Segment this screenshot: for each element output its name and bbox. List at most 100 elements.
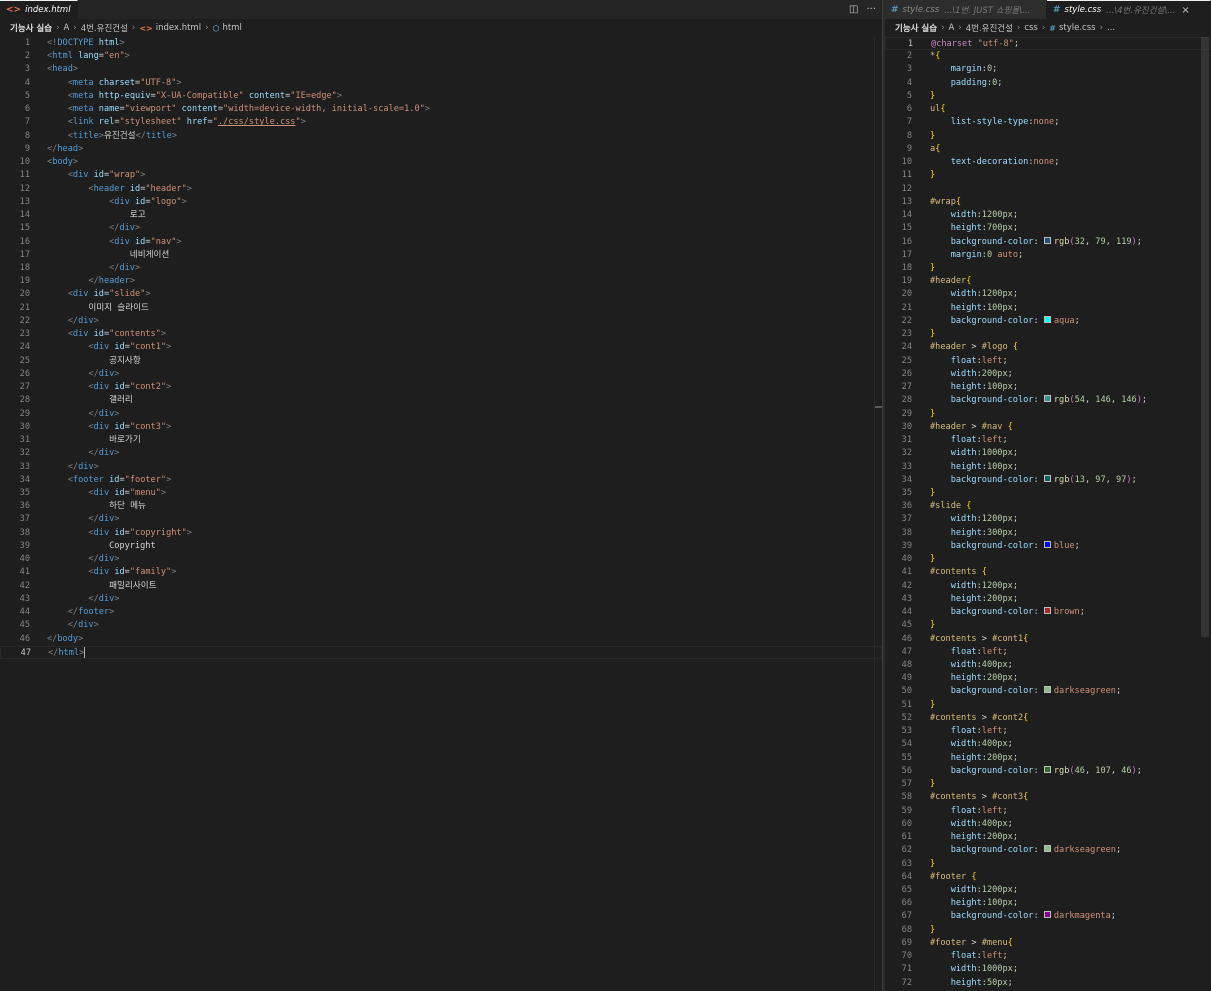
code-line[interactable]: 55 height:200px; bbox=[885, 752, 1211, 765]
more-actions-icon[interactable]: ··· bbox=[866, 4, 876, 15]
code-line[interactable]: 44 </footer> bbox=[0, 606, 882, 619]
code-line[interactable]: 1 <!DOCTYPE html> bbox=[0, 37, 882, 50]
code-line[interactable]: 60 width:400px; bbox=[885, 818, 1211, 831]
code-line[interactable]: 12 bbox=[885, 183, 1211, 196]
code-line[interactable]: 21 이미지 슬라이드 bbox=[0, 302, 882, 315]
color-swatch[interactable] bbox=[1043, 911, 1051, 919]
code-line[interactable]: 42 width:1200px; bbox=[885, 580, 1211, 593]
code-line[interactable]: 32 width:1000px; bbox=[885, 447, 1211, 460]
code-line[interactable]: 40} bbox=[885, 553, 1211, 566]
code-line[interactable]: 20 <div id="slide"> bbox=[0, 288, 882, 301]
code-line[interactable]: 36 #slide { bbox=[885, 500, 1211, 513]
breadcrumb-item[interactable]: ... bbox=[1107, 23, 1115, 33]
code-line[interactable]: 18} bbox=[885, 262, 1211, 275]
color-swatch[interactable] bbox=[1043, 607, 1051, 615]
code-line[interactable]: 45 </div> bbox=[0, 619, 882, 632]
code-line[interactable]: 50 background-color: darkseagreen; bbox=[885, 685, 1211, 698]
scrollbar-thumb[interactable] bbox=[1201, 37, 1209, 637]
code-line[interactable]: 26 width:200px; bbox=[885, 368, 1211, 381]
breadcrumb-item[interactable]: A bbox=[948, 23, 954, 33]
code-line[interactable]: 17 margin:0 auto; bbox=[885, 249, 1211, 262]
code-line[interactable]: 31 바로가기 bbox=[0, 434, 882, 447]
color-swatch[interactable] bbox=[1043, 540, 1051, 548]
code-line[interactable]: 3 <head> bbox=[0, 63, 882, 76]
code-line[interactable]: 58 #contents > #cont3{ bbox=[885, 791, 1211, 804]
code-line[interactable]: 33 height:100px; bbox=[885, 461, 1211, 474]
code-line[interactable]: 41 #contents { bbox=[885, 566, 1211, 579]
code-line[interactable]: 8 <title>유진건설</title> bbox=[0, 130, 882, 143]
code-line[interactable]: 10 text-decoration:none; bbox=[885, 156, 1211, 169]
vertical-scrollbar[interactable] bbox=[1199, 37, 1211, 991]
code-line[interactable]: 35} bbox=[885, 487, 1211, 500]
code-line[interactable]: 5 <meta http-equiv="X-UA-Compatible" con… bbox=[0, 90, 882, 103]
code-line[interactable]: 44 background-color: brown; bbox=[885, 606, 1211, 619]
code-line[interactable]: 51} bbox=[885, 699, 1211, 712]
code-line[interactable]: 22 background-color: aqua; bbox=[885, 315, 1211, 328]
code-line[interactable]: 20 width:1200px; bbox=[885, 288, 1211, 301]
code-line[interactable]: 45} bbox=[885, 619, 1211, 632]
code-line[interactable]: 13 #wrap{ bbox=[885, 196, 1211, 209]
code-line[interactable]: 8} bbox=[885, 130, 1211, 143]
code-line[interactable]: 34 background-color: rgb(13, 97, 97); bbox=[885, 474, 1211, 487]
code-line[interactable]: 12 <header id="header"> bbox=[0, 183, 882, 196]
code-line[interactable]: 64 #footer { bbox=[885, 871, 1211, 884]
code-line[interactable]: 41 <div id="family"> bbox=[0, 566, 882, 579]
code-line[interactable]: 56 background-color: rgb(46, 107, 46); bbox=[885, 765, 1211, 778]
code-line[interactable]: 6 <meta name="viewport" content="width=d… bbox=[0, 103, 882, 116]
code-line[interactable]: 28 갤러리 bbox=[0, 394, 882, 407]
code-line[interactable]: 30 <div id="cont3"> bbox=[0, 421, 882, 434]
close-icon[interactable]: × bbox=[1181, 5, 1189, 16]
code-line[interactable]: 48 width:400px; bbox=[885, 659, 1211, 672]
code-line[interactable]: 68} bbox=[885, 924, 1211, 937]
code-line[interactable]: 40 </div> bbox=[0, 553, 882, 566]
code-line[interactable]: 47 </html> bbox=[0, 645, 882, 660]
breadcrumb-item[interactable]: 4번.유진건설 bbox=[81, 22, 128, 34]
code-line[interactable]: 61 height:200px; bbox=[885, 831, 1211, 844]
code-line[interactable]: 47 float:left; bbox=[885, 646, 1211, 659]
color-swatch[interactable] bbox=[1043, 474, 1051, 482]
code-line[interactable]: 35 <div id="menu"> bbox=[0, 487, 882, 500]
code-line[interactable]: 36 하단 메뉴 bbox=[0, 500, 882, 513]
code-line[interactable]: 63} bbox=[885, 858, 1211, 871]
code-line[interactable]: 71 width:1000px; bbox=[885, 963, 1211, 976]
code-line[interactable]: 17 네비게이션 bbox=[0, 249, 882, 262]
code-line[interactable]: 1 @charset "utf-8"; bbox=[885, 37, 1211, 51]
code-line[interactable]: 23 <div id="contents"> bbox=[0, 328, 882, 341]
code-line[interactable]: 67 background-color: darkmagenta; bbox=[885, 910, 1211, 923]
code-line[interactable]: 14 width:1200px; bbox=[885, 209, 1211, 222]
code-line[interactable]: 2 <html lang="en"> bbox=[0, 50, 882, 63]
breadcrumb-item[interactable]: style.css bbox=[1059, 23, 1096, 33]
code-line[interactable]: 46 </body> bbox=[0, 633, 882, 646]
code-line[interactable]: 16 background-color: rgb(32, 79, 119); bbox=[885, 236, 1211, 249]
code-line[interactable]: 30 #header > #nav { bbox=[885, 421, 1211, 434]
code-line[interactable]: 69 #footer > #menu{ bbox=[885, 937, 1211, 950]
minimap-scrollbar[interactable] bbox=[874, 37, 882, 991]
code-line[interactable]: 6 ul{ bbox=[885, 103, 1211, 116]
code-line[interactable]: 3 margin:0; bbox=[885, 63, 1211, 76]
code-line[interactable]: 65 width:1200px; bbox=[885, 884, 1211, 897]
code-line[interactable]: 70 float:left; bbox=[885, 950, 1211, 963]
code-line[interactable]: 24 #header > #logo { bbox=[885, 341, 1211, 354]
breadcrumb-item[interactable]: html bbox=[222, 23, 241, 33]
code-line[interactable]: 7 list-style-type:none; bbox=[885, 116, 1211, 129]
breadcrumb-item[interactable]: 기능사 실습 bbox=[895, 22, 937, 34]
code-line[interactable]: 21 height:100px; bbox=[885, 302, 1211, 315]
code-line[interactable]: 39 Copyright bbox=[0, 540, 882, 553]
code-line[interactable]: 15 height:700px; bbox=[885, 222, 1211, 235]
code-line[interactable]: 16 <div id="nav"> bbox=[0, 236, 882, 249]
code-line[interactable]: 23} bbox=[885, 328, 1211, 341]
breadcrumb-item[interactable]: 4번.유진건설 bbox=[966, 22, 1013, 34]
code-line[interactable]: 25 float:left; bbox=[885, 355, 1211, 368]
code-line[interactable]: 11 <div id="wrap"> bbox=[0, 169, 882, 182]
code-line[interactable]: 66 height:100px; bbox=[885, 897, 1211, 910]
code-line[interactable]: 31 float:left; bbox=[885, 434, 1211, 447]
code-line[interactable]: 32 </div> bbox=[0, 447, 882, 460]
code-line[interactable]: 72 height:50px; bbox=[885, 977, 1211, 990]
code-line[interactable]: 29} bbox=[885, 408, 1211, 421]
code-line[interactable]: 26 </div> bbox=[0, 368, 882, 381]
code-line[interactable]: 10 <body> bbox=[0, 156, 882, 169]
code-line[interactable]: 28 background-color: rgb(54, 146, 146); bbox=[885, 394, 1211, 407]
code-line[interactable]: 57} bbox=[885, 778, 1211, 791]
code-line[interactable]: 13 <div id="logo"> bbox=[0, 196, 882, 209]
code-editor[interactable]: 1 @charset "utf-8"; 2 *{3 margin:0; 4 paddin… bbox=[885, 37, 1211, 991]
